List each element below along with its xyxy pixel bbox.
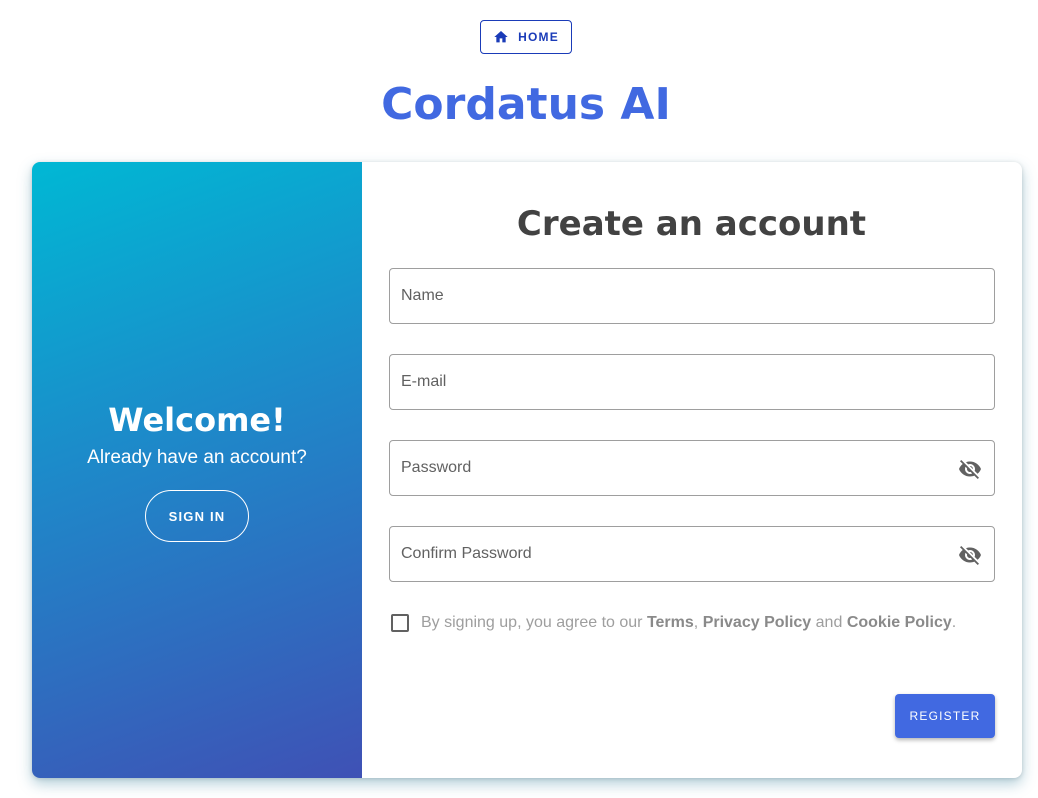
name-field[interactable]: Name [389, 268, 995, 324]
visibility-off-icon[interactable] [958, 457, 982, 481]
register-card: Welcome! Already have an account? SIGN I… [32, 162, 1022, 778]
welcome-heading: Welcome! [108, 401, 286, 439]
cookie-policy-link[interactable]: Cookie Policy [847, 614, 952, 632]
email-field-label: E-mail [401, 373, 447, 390]
home-label: HOME [518, 30, 559, 44]
terms-checkbox[interactable] [391, 614, 409, 632]
home-icon [494, 31, 508, 43]
welcome-panel: Welcome! Already have an account? SIGN I… [32, 162, 362, 778]
already-have-account-text: Already have an account? [87, 447, 307, 468]
visibility-off-icon[interactable] [958, 543, 982, 567]
privacy-policy-link[interactable]: Privacy Policy [703, 614, 812, 632]
confirm-password-field[interactable]: Confirm Password [389, 526, 995, 582]
sign-in-button[interactable]: SIGN IN [145, 490, 249, 542]
terms-and-text: and [815, 614, 843, 631]
confirm-password-field-label: Confirm Password [401, 545, 532, 562]
terms-comma: , [693, 614, 699, 631]
password-field-label: Password [401, 459, 472, 476]
email-field[interactable]: E-mail [389, 354, 995, 410]
terms-link[interactable]: Terms [647, 614, 694, 632]
name-field-label: Name [401, 287, 444, 304]
password-field[interactable]: Password [389, 440, 995, 496]
terms-period: . [951, 614, 957, 631]
terms-prefix-text: By signing up, you agree to our [421, 614, 643, 631]
form-title: Create an account [516, 204, 867, 244]
app-title: Cordatus AI [381, 79, 671, 130]
register-button[interactable]: REGISTER [895, 694, 995, 738]
home-button[interactable]: HOME [480, 20, 572, 54]
terms-row: By signing up, you agree to our Terms, P… [391, 614, 956, 632]
